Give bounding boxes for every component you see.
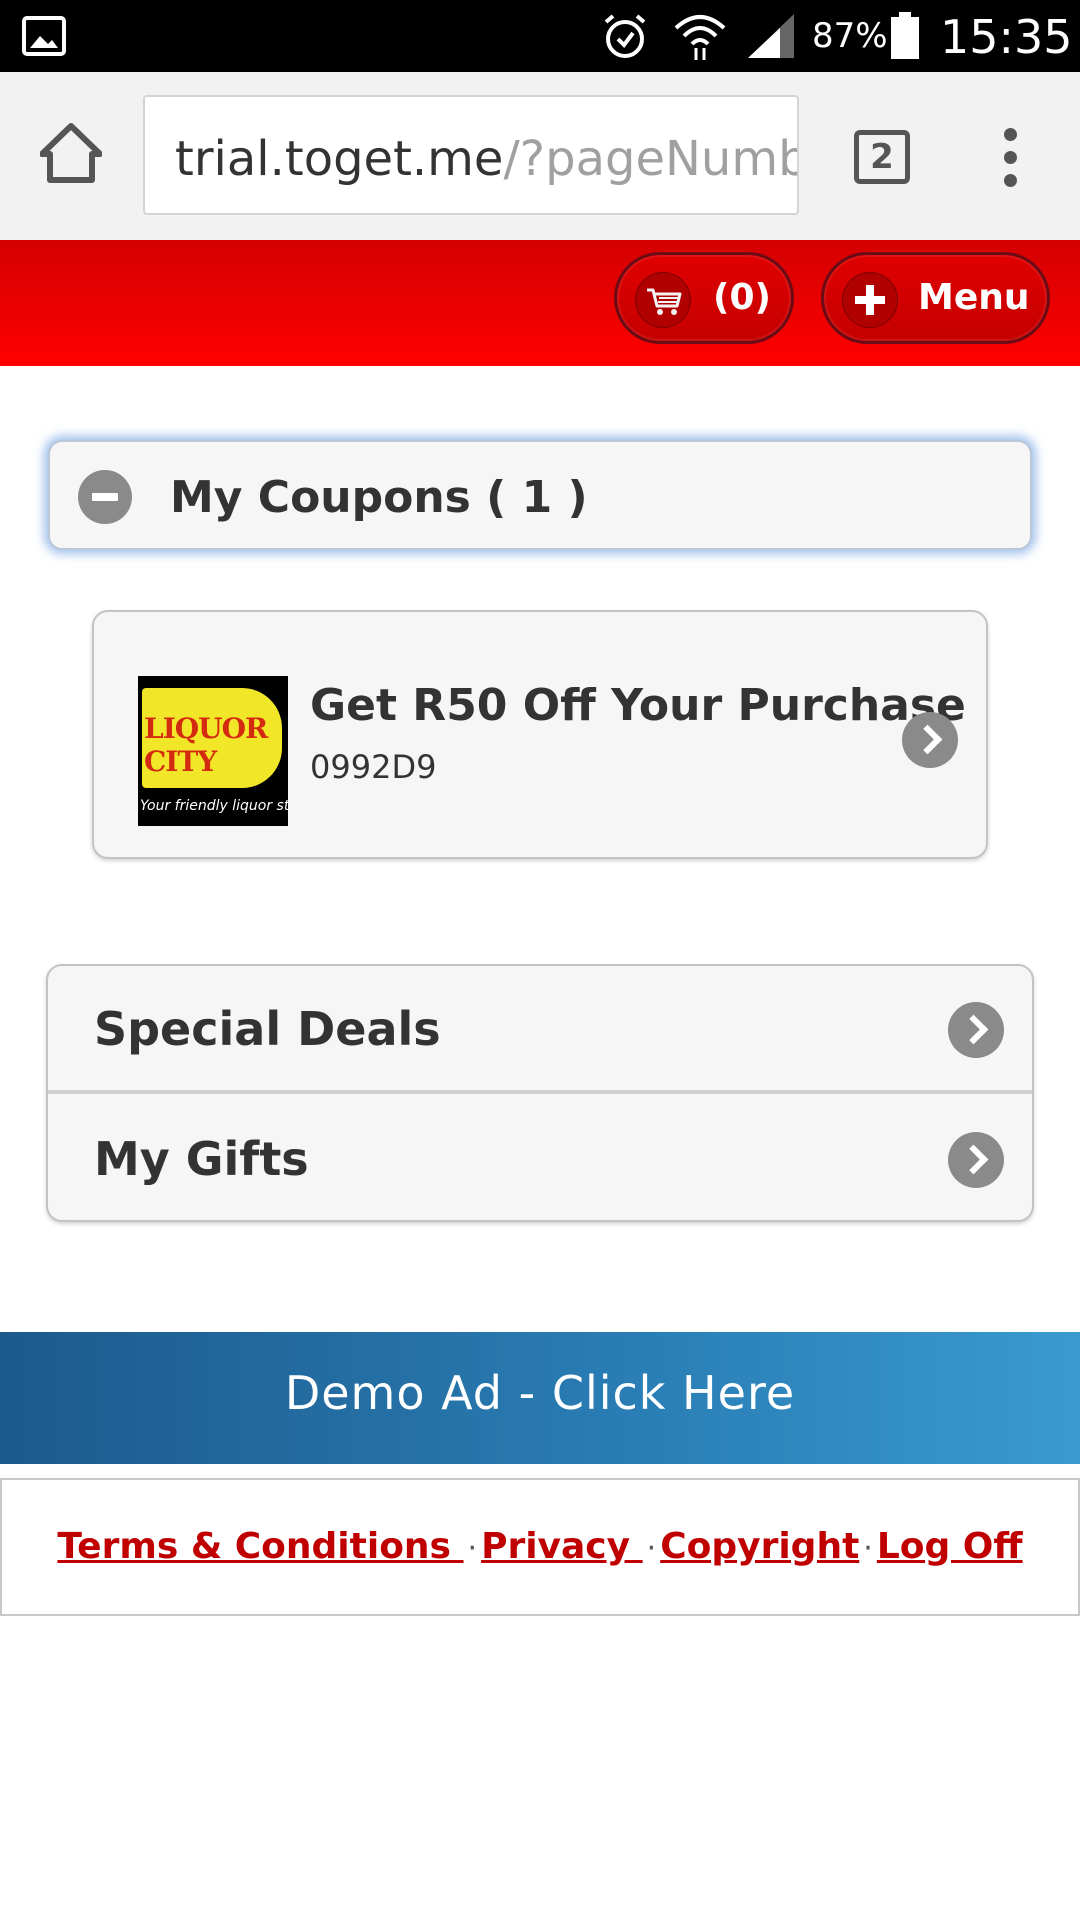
coupon-item[interactable]: LIQUOR CITY Your friendly liquor store G… (92, 610, 988, 859)
coupon-code: 0992D9 (310, 748, 437, 786)
gallery-icon (22, 16, 66, 56)
overflow-menu-icon[interactable] (996, 128, 1024, 192)
home-icon[interactable] (40, 122, 102, 184)
my-coupons-heading: My Coupons ( 1 ) (170, 472, 588, 523)
battery-percent: 87% (812, 16, 888, 56)
browser-toolbar: trial.toget.me/?pageNumb 2 (0, 72, 1080, 240)
chevron-right-icon (948, 1002, 1004, 1058)
url-text: trial.toget.me/?pageNumb (175, 131, 799, 187)
special-deals-label: Special Deals (94, 1002, 441, 1056)
site-header: (0) Menu (0, 240, 1080, 366)
menu-label: Menu (918, 277, 1030, 318)
log-off-link[interactable]: Log Off (877, 1526, 1023, 1567)
signal-icon (748, 14, 794, 58)
url-path: /?pageNumb (503, 131, 799, 187)
list-item-special-deals[interactable]: Special Deals (48, 966, 1032, 1094)
my-coupons-toggle[interactable]: My Coupons ( 1 ) (48, 440, 1032, 550)
shopping-cart-icon (635, 272, 691, 328)
battery-icon (891, 12, 919, 59)
plus-icon (842, 272, 898, 328)
wifi-icon (674, 15, 726, 60)
url-host: trial.toget.me (175, 131, 504, 187)
status-time: 15:35 (940, 10, 1073, 64)
footer: Terms & Conditions · Privacy · Copyright · L… (0, 1478, 1080, 1616)
address-bar[interactable]: trial.toget.me/?pageNumb (143, 95, 799, 215)
footer-links: Terms & Conditions · Privacy · Copyright · L… (2, 1480, 1078, 1567)
footer-separator: · (863, 1531, 873, 1566)
cart-button[interactable]: (0) (614, 252, 794, 344)
status-bar: 87% 15:35 (0, 0, 1080, 72)
terms-link[interactable]: Terms & Conditions (57, 1526, 463, 1567)
footer-separator: · (646, 1531, 657, 1566)
list-item-my-gifts[interactable]: My Gifts (48, 1096, 1032, 1220)
collapse-minus-icon (78, 470, 132, 524)
my-gifts-label: My Gifts (94, 1132, 309, 1186)
copyright-link[interactable]: Copyright (660, 1526, 859, 1567)
menu-button[interactable]: Menu (821, 252, 1050, 344)
cart-count: (0) (713, 277, 771, 318)
alarm-icon (604, 14, 646, 58)
chevron-right-icon (902, 712, 958, 768)
privacy-link[interactable]: Privacy (481, 1526, 643, 1567)
ad-label: Demo Ad - Click Here (284, 1366, 796, 1420)
coupon-title: Get R50 Off Your Purchase (310, 680, 966, 731)
liquor-city-logo: LIQUOR CITY Your friendly liquor store (138, 676, 288, 826)
footer-separator: · (467, 1531, 478, 1566)
chevron-right-icon (948, 1132, 1004, 1188)
tab-switcher-button[interactable]: 2 (854, 130, 910, 184)
demo-ad-banner[interactable]: Demo Ad - Click Here (0, 1332, 1080, 1464)
deals-gifts-list: Special Deals My Gifts (46, 964, 1034, 1222)
